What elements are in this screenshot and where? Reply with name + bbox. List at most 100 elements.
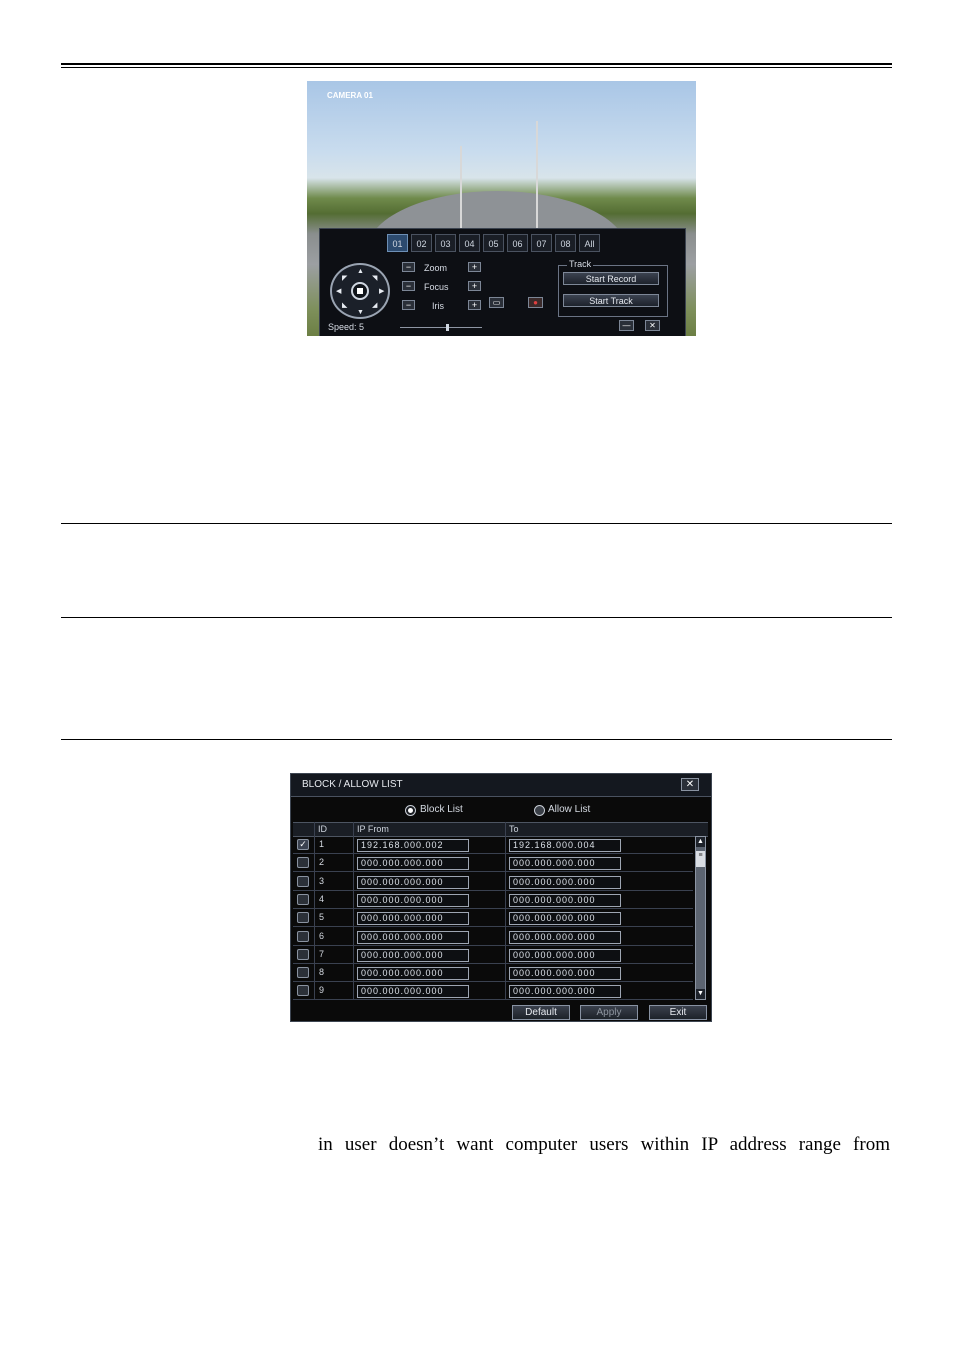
arrow-down-right-icon[interactable]: ◢ bbox=[372, 302, 377, 309]
default-button[interactable]: Default bbox=[512, 1005, 570, 1020]
preset-icon[interactable]: ▭ bbox=[489, 297, 504, 308]
table-row: 8 000.000.000.000 000.000.000.000 bbox=[293, 964, 693, 983]
speed-slider-thumb[interactable] bbox=[446, 324, 449, 331]
table-row: 9 000.000.000.000 000.000.000.000 bbox=[293, 982, 693, 1001]
iris-minus-button[interactable]: − bbox=[402, 300, 415, 310]
close-button[interactable]: ✕ bbox=[645, 320, 660, 331]
block-list-radio[interactable] bbox=[405, 805, 416, 816]
exit-button[interactable]: Exit bbox=[649, 1005, 707, 1020]
ip-from-field[interactable]: 192.168.000.002 bbox=[357, 839, 469, 852]
stop-icon bbox=[357, 288, 363, 294]
row-id: 8 bbox=[319, 967, 325, 978]
block-list-label: Block List bbox=[420, 804, 463, 815]
dialog-close-button[interactable]: ✕ bbox=[681, 778, 699, 791]
focus-plus-button[interactable]: + bbox=[468, 281, 481, 291]
ip-to-field[interactable]: 000.000.000.000 bbox=[509, 967, 621, 981]
zoom-plus-button[interactable]: + bbox=[468, 262, 481, 272]
scrollbar[interactable]: ▲ ≡ ▼ bbox=[695, 836, 706, 1000]
arrow-left-icon[interactable]: ◀ bbox=[336, 288, 341, 295]
row-id: 2 bbox=[319, 857, 325, 868]
ip-from-field[interactable]: 000.000.000.000 bbox=[357, 893, 469, 907]
ip-to-field[interactable]: 000.000.000.000 bbox=[509, 857, 621, 871]
row-checkbox[interactable] bbox=[297, 930, 309, 942]
allow-list-radio[interactable] bbox=[534, 805, 545, 816]
channel-tab-08[interactable]: 08 bbox=[555, 234, 576, 252]
arrow-up-left-icon[interactable]: ◤ bbox=[342, 275, 347, 282]
section-rule bbox=[61, 523, 892, 524]
arrow-right-icon[interactable]: ▶ bbox=[379, 288, 384, 295]
table-row: 6 000.000.000.000 000.000.000.000 bbox=[293, 928, 693, 946]
ip-to-field[interactable]: 192.168.000.004 bbox=[509, 839, 621, 852]
track-group-label: Track bbox=[567, 259, 594, 269]
ptz-control-screenshot: CAMERA 01 01 02 03 04 05 06 07 08 All ▲ ▼ ◀ ▶ ◤ … bbox=[307, 81, 696, 336]
scroll-up-icon[interactable]: ▲ bbox=[696, 837, 705, 847]
row-checkbox[interactable] bbox=[297, 985, 309, 997]
speed-label: Speed: 5 bbox=[328, 322, 365, 332]
row-id: 7 bbox=[319, 948, 325, 959]
apply-button[interactable]: Apply bbox=[580, 1005, 638, 1020]
row-checkbox[interactable] bbox=[297, 857, 309, 869]
row-id: 6 bbox=[319, 930, 325, 941]
table-row: 3 000.000.000.000 000.000.000.000 bbox=[293, 873, 693, 891]
ip-from-field[interactable]: 000.000.000.000 bbox=[357, 857, 469, 871]
minimize-button[interactable]: — bbox=[619, 320, 634, 331]
ip-to-field[interactable]: 000.000.000.000 bbox=[509, 985, 621, 999]
row-id: 3 bbox=[319, 875, 325, 886]
row-id: 9 bbox=[319, 985, 325, 996]
ip-to-field[interactable]: 000.000.000.000 bbox=[509, 930, 621, 944]
start-track-button[interactable]: Start Track bbox=[563, 294, 659, 307]
table-row: 4 000.000.000.000 000.000.000.000 bbox=[293, 891, 693, 909]
channel-tab-01[interactable]: 01 bbox=[387, 234, 408, 252]
arrow-down-icon[interactable]: ▼ bbox=[357, 309, 364, 316]
body-text-line: in user doesn’t want computer users with… bbox=[318, 1134, 890, 1155]
ip-to-field[interactable]: 000.000.000.000 bbox=[509, 948, 621, 962]
channel-tab-04[interactable]: 04 bbox=[459, 234, 480, 252]
table-row: 2 000.000.000.000 000.000.000.000 bbox=[293, 854, 693, 873]
scroll-thumb[interactable]: ≡ bbox=[696, 851, 705, 867]
row-checkbox[interactable] bbox=[297, 967, 309, 979]
row-checkbox[interactable] bbox=[297, 875, 309, 887]
ip-from-field[interactable]: 000.000.000.000 bbox=[357, 948, 469, 962]
scroll-down-icon[interactable]: ▼ bbox=[696, 989, 705, 999]
ip-from-field[interactable]: 000.000.000.000 bbox=[357, 985, 469, 999]
arrow-up-icon[interactable]: ▲ bbox=[357, 268, 364, 275]
iris-plus-button[interactable]: + bbox=[468, 300, 481, 310]
row-id: 4 bbox=[319, 893, 325, 904]
stop-button[interactable] bbox=[351, 282, 369, 300]
channel-tab-06[interactable]: 06 bbox=[507, 234, 528, 252]
zoom-minus-button[interactable]: − bbox=[402, 262, 415, 272]
channel-tab-02[interactable]: 02 bbox=[411, 234, 432, 252]
row-checkbox[interactable]: ✓ bbox=[297, 839, 309, 850]
channel-tab-03[interactable]: 03 bbox=[435, 234, 456, 252]
section-rule bbox=[61, 739, 892, 740]
channel-tab-07[interactable]: 07 bbox=[531, 234, 552, 252]
row-checkbox[interactable] bbox=[297, 912, 309, 924]
section-rule bbox=[61, 617, 892, 618]
ip-to-field[interactable]: 000.000.000.000 bbox=[509, 875, 621, 889]
arrow-up-right-icon[interactable]: ◥ bbox=[372, 275, 377, 282]
start-record-button[interactable]: Start Record bbox=[563, 272, 659, 285]
ip-from-field[interactable]: 000.000.000.000 bbox=[357, 967, 469, 981]
direction-pad[interactable]: ▲ ▼ ◀ ▶ ◤ ◥ ◣ ◢ bbox=[330, 263, 390, 319]
row-checkbox[interactable] bbox=[297, 948, 309, 960]
row-id: 1 bbox=[319, 839, 325, 849]
block-allow-list-dialog: BLOCK / ALLOW LIST ✕ Block List Allow Li… bbox=[290, 773, 712, 1022]
street-lamp bbox=[460, 146, 462, 231]
ip-from-field[interactable]: 000.000.000.000 bbox=[357, 912, 469, 926]
focus-label: Focus bbox=[424, 282, 449, 292]
column-header-id: ID bbox=[318, 824, 327, 834]
ptz-panel: 01 02 03 04 05 06 07 08 All ▲ ▼ ◀ ▶ ◤ ◥ ◣ ◢ − Zo… bbox=[319, 228, 686, 336]
ip-from-field[interactable]: 000.000.000.000 bbox=[357, 875, 469, 889]
channel-tab-all[interactable]: All bbox=[579, 234, 600, 252]
row-checkbox[interactable] bbox=[297, 893, 309, 905]
ip-to-field[interactable]: 000.000.000.000 bbox=[509, 912, 621, 926]
arrow-down-left-icon[interactable]: ◣ bbox=[342, 302, 347, 309]
channel-tab-05[interactable]: 05 bbox=[483, 234, 504, 252]
focus-minus-button[interactable]: − bbox=[402, 281, 415, 291]
ip-from-field[interactable]: 000.000.000.000 bbox=[357, 930, 469, 944]
cruise-icon[interactable]: ● bbox=[528, 297, 543, 308]
ip-to-field[interactable]: 000.000.000.000 bbox=[509, 893, 621, 907]
speed-slider[interactable] bbox=[400, 324, 482, 331]
street-lamp bbox=[536, 121, 538, 231]
dialog-title: BLOCK / ALLOW LIST bbox=[302, 779, 403, 790]
